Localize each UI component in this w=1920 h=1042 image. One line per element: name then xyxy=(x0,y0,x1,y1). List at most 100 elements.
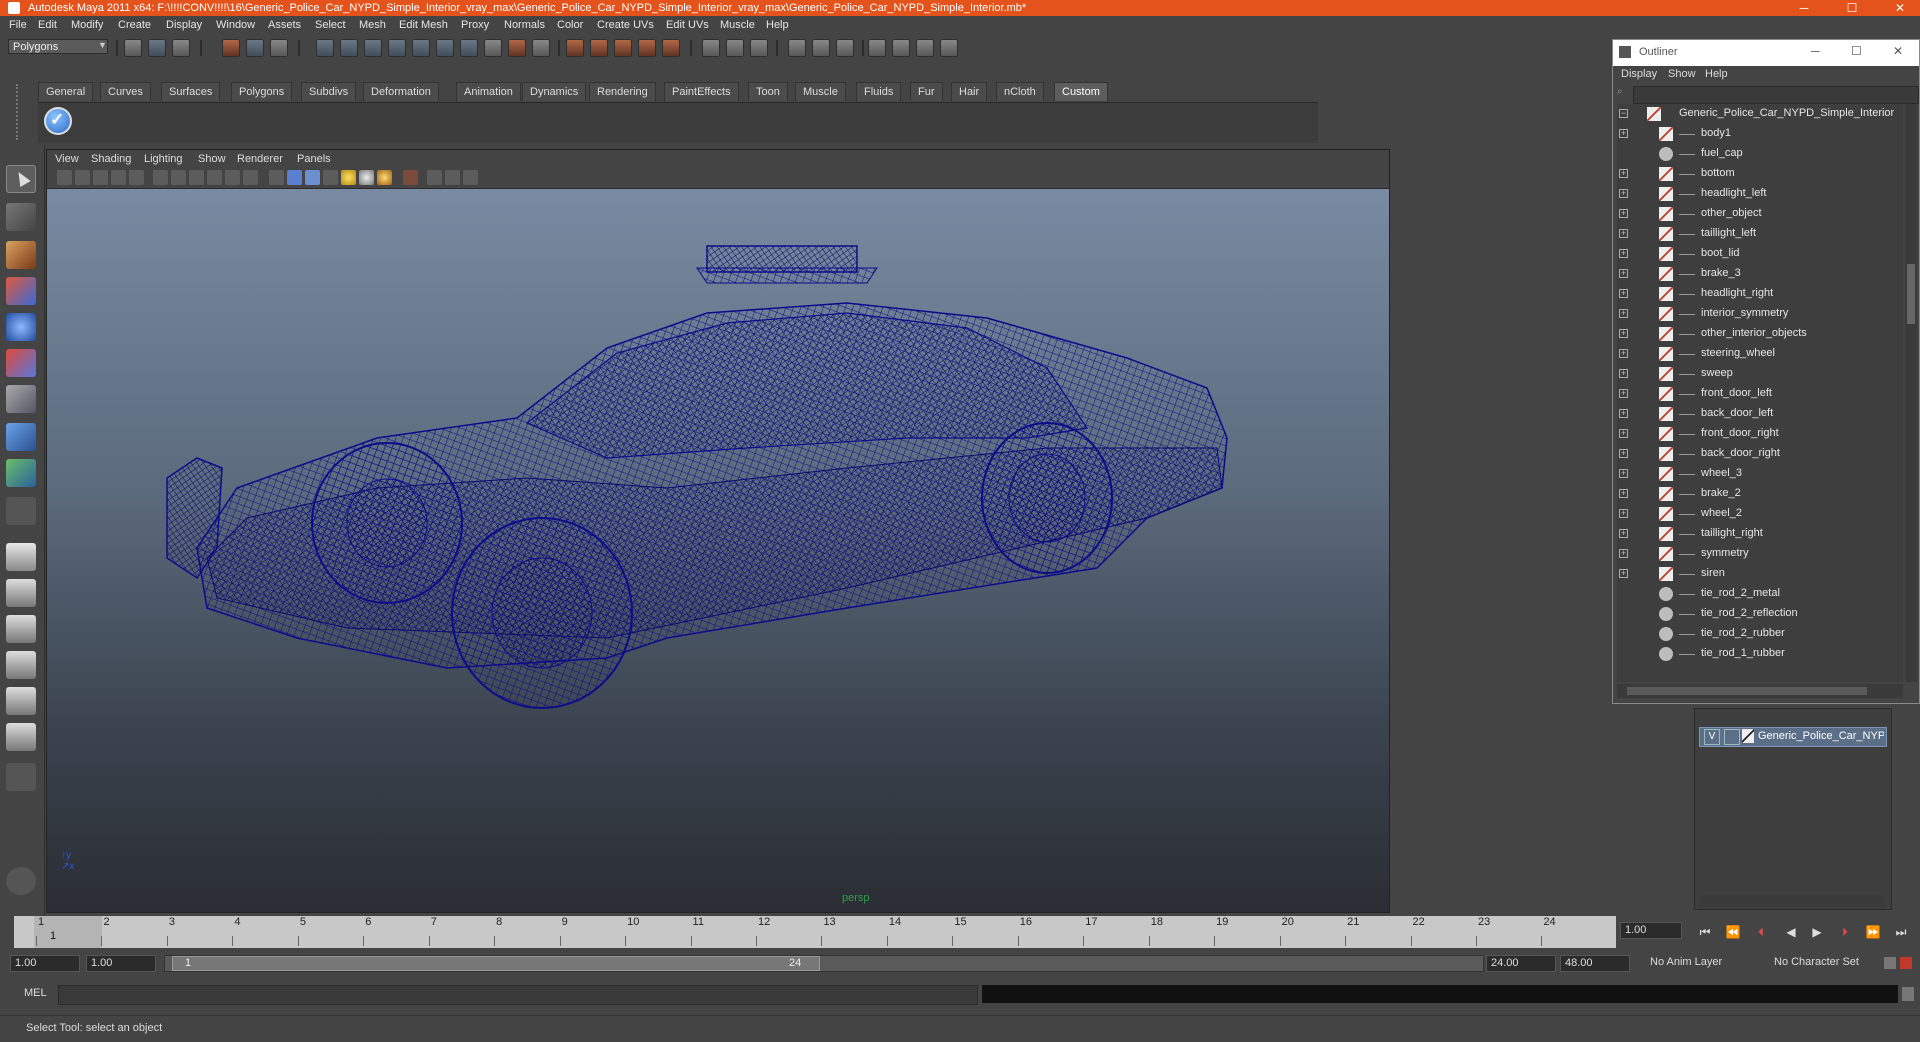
anim-layer-dropdown[interactable]: No Anim Layer xyxy=(1646,955,1756,972)
render-view-icon[interactable] xyxy=(788,39,806,57)
shadows-icon[interactable] xyxy=(377,170,392,185)
perspective-viewport[interactable]: View Shading Lighting Show Renderer Pane… xyxy=(46,149,1390,913)
open-scene-icon[interactable] xyxy=(148,39,166,57)
step-forward-key-button[interactable]: ⏵ xyxy=(1836,922,1854,942)
snap-to-curve-icon[interactable] xyxy=(590,39,608,57)
close-button[interactable]: ✕ xyxy=(1880,0,1920,16)
outliner-item[interactable]: + back_door_left xyxy=(1617,404,1903,424)
expand-toggle[interactable]: + xyxy=(1619,249,1628,258)
tab-animation[interactable]: Animation xyxy=(456,82,521,101)
step-forward-frame-button[interactable]: ⏩ xyxy=(1864,922,1882,942)
last-tool-icon[interactable] xyxy=(6,497,36,525)
tab-subdivs[interactable]: Subdivs xyxy=(301,82,357,101)
menu-mesh[interactable]: Mesh xyxy=(359,16,386,34)
expand-toggle[interactable]: + xyxy=(1619,129,1628,138)
camera-attributes-icon[interactable] xyxy=(75,170,90,185)
outliner-item[interactable]: + bottom xyxy=(1617,164,1903,184)
minimize-button[interactable]: ─ xyxy=(1784,0,1824,16)
step-back-key-button[interactable]: ⏴ xyxy=(1752,922,1770,942)
outliner-root-item[interactable]: − Generic_Police_Car_NYPD_Simple_Interio… xyxy=(1617,104,1903,124)
textured-icon[interactable] xyxy=(323,170,338,185)
attribute-editor-toggle-icon[interactable] xyxy=(916,39,934,57)
xray-joints-icon[interactable] xyxy=(445,170,460,185)
tab-rendering[interactable]: Rendering xyxy=(589,82,656,101)
layer-display-type-toggle[interactable] xyxy=(1724,729,1740,745)
step-back-frame-button[interactable]: ⏪ xyxy=(1724,922,1742,942)
outliner-item[interactable]: + headlight_right xyxy=(1617,284,1903,304)
expand-toggle[interactable]: + xyxy=(1619,429,1628,438)
lock-selection-icon[interactable] xyxy=(508,39,526,57)
outliner-menu-show[interactable]: Show xyxy=(1668,68,1696,80)
2d-pan-zoom-icon[interactable] xyxy=(129,170,144,185)
menu-edit-uvs[interactable]: Edit UVs xyxy=(666,16,709,34)
outliner-item[interactable]: + symmetry xyxy=(1617,544,1903,564)
high-quality-icon[interactable] xyxy=(463,170,478,185)
expand-toggle[interactable]: + xyxy=(1619,409,1628,418)
universal-manipulator-icon[interactable] xyxy=(6,385,36,413)
play-forwards-button[interactable]: ▶ xyxy=(1808,922,1826,942)
tab-dynamics[interactable]: Dynamics xyxy=(522,82,587,101)
menu-select[interactable]: Select xyxy=(315,16,346,34)
command-language-label[interactable]: MEL xyxy=(24,987,47,999)
tab-fluids[interactable]: Fluids xyxy=(856,82,902,101)
outliner-item[interactable]: + other_interior_objects xyxy=(1617,324,1903,344)
single-perspective-layout-icon[interactable] xyxy=(6,543,36,571)
menu-normals[interactable]: Normals xyxy=(504,16,545,34)
expand-toggle[interactable]: + xyxy=(1619,209,1628,218)
default-lighting-icon[interactable] xyxy=(341,170,356,185)
image-plane-icon[interactable] xyxy=(111,170,126,185)
menu-set-dropdown[interactable]: Polygons xyxy=(8,39,108,54)
expand-toggle[interactable]: + xyxy=(1619,309,1628,318)
snap-to-grid-icon[interactable] xyxy=(566,39,584,57)
menu-create[interactable]: Create xyxy=(118,16,151,34)
rotate-tool-icon[interactable] xyxy=(6,313,36,341)
expand-toggle[interactable]: + xyxy=(1619,489,1628,498)
vp-menu-show[interactable]: Show xyxy=(198,150,226,168)
expand-toggle[interactable]: + xyxy=(1619,469,1628,478)
tab-ncloth[interactable]: nCloth xyxy=(996,82,1044,101)
make-live-icon[interactable] xyxy=(662,39,680,57)
vp-menu-renderer[interactable]: Renderer xyxy=(237,150,283,168)
character-set-dropdown[interactable]: No Character Set xyxy=(1770,955,1880,972)
soft-modification-icon[interactable] xyxy=(6,423,36,451)
layer-color-swatch[interactable] xyxy=(1742,729,1754,743)
resolution-gate-icon[interactable] xyxy=(189,170,204,185)
menu-assets[interactable]: Assets xyxy=(268,16,301,34)
outliner-item[interactable]: + sweep xyxy=(1617,364,1903,384)
menu-muscle[interactable]: Muscle xyxy=(720,16,755,34)
bookmarks-icon[interactable] xyxy=(93,170,108,185)
outliner-item[interactable]: + boot_lid xyxy=(1617,244,1903,264)
playback-start-field[interactable]: 1.00 xyxy=(86,955,156,972)
vp-menu-lighting[interactable]: Lighting xyxy=(144,150,183,168)
expand-toggle[interactable]: + xyxy=(1619,389,1628,398)
menu-edit-mesh[interactable]: Edit Mesh xyxy=(399,16,448,34)
outliner-item[interactable]: fuel_cap xyxy=(1617,144,1903,164)
render-current-frame-icon[interactable] xyxy=(812,39,830,57)
outliner-item[interactable]: + taillight_right xyxy=(1617,524,1903,544)
outliner-item[interactable]: tie_rod_1_rubber xyxy=(1617,644,1903,664)
menu-help[interactable]: Help xyxy=(766,16,789,34)
expand-toggle[interactable]: + xyxy=(1619,549,1628,558)
tab-fur[interactable]: Fur xyxy=(910,82,943,101)
safe-action-icon[interactable] xyxy=(243,170,258,185)
show-manipulator-icon[interactable] xyxy=(6,459,36,487)
snap-to-view-plane-icon[interactable] xyxy=(638,39,656,57)
hypershade-persp-layout-icon[interactable] xyxy=(6,687,36,715)
expand-toggle[interactable]: + xyxy=(1619,509,1628,518)
vertical-scroll-thumb[interactable] xyxy=(1907,264,1915,324)
menu-edit[interactable]: Edit xyxy=(38,16,57,34)
wireframe-mode-icon[interactable] xyxy=(269,170,284,185)
gate-mask-icon[interactable] xyxy=(207,170,222,185)
tab-curves[interactable]: Curves xyxy=(100,82,151,101)
select-rendering-icon[interactable] xyxy=(460,39,478,57)
select-deformers-icon[interactable] xyxy=(412,39,430,57)
go-to-end-button[interactable]: ⏭ xyxy=(1892,922,1910,942)
construction-history-icon[interactable] xyxy=(750,39,768,57)
outliner-vertical-scrollbar[interactable] xyxy=(1905,104,1917,682)
select-handles-icon[interactable] xyxy=(316,39,334,57)
menu-window[interactable]: Window xyxy=(216,16,255,34)
snap-to-point-icon[interactable] xyxy=(614,39,632,57)
menu-color[interactable]: Color xyxy=(557,16,583,34)
expand-toggle[interactable]: + xyxy=(1619,349,1628,358)
move-tool-icon[interactable] xyxy=(6,277,36,305)
